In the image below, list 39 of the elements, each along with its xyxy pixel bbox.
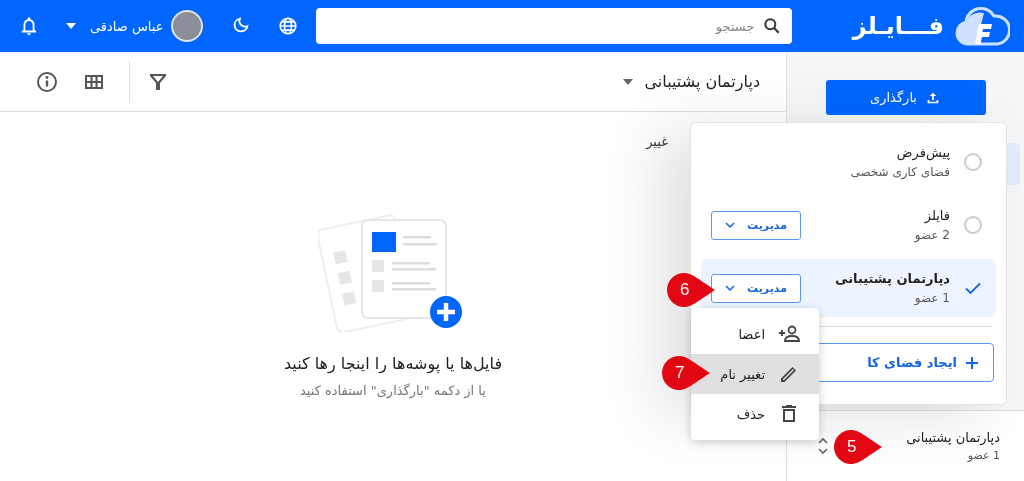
globe-icon[interactable] (277, 15, 300, 37)
folder-title-dropdown[interactable]: دپارتمان پشتیبانی (622, 72, 760, 91)
workspace-subtitle: 1 عضو (914, 291, 950, 305)
callout-badge: 6 (667, 273, 715, 307)
member-count: 1 عضو (967, 449, 1000, 462)
workspace-item[interactable]: مدیریت دپارتمان پشتیبانی 1 عضو (701, 259, 996, 317)
chevron-down-icon (725, 285, 736, 291)
callout-badge: 7 (662, 356, 710, 390)
chevron-down-icon (725, 222, 736, 228)
workspace-item[interactable]: پیش‌فرض فضای کاری شخصی (701, 133, 996, 191)
radio-button[interactable] (964, 216, 982, 234)
workspace-subtitle: فضای کاری شخصی (850, 165, 950, 179)
plus-icon (965, 355, 979, 370)
manage-dropdown-button[interactable]: مدیریت (711, 273, 801, 303)
empty-state-title: فایل‌ها یا پوشه‌ها را اینجا رها کنید (283, 354, 503, 373)
caret-icon (66, 23, 76, 29)
radio-button[interactable] (964, 153, 982, 171)
caret-icon (622, 78, 633, 85)
callout-badge: 5 (834, 430, 882, 464)
column-header[interactable]: غییر (646, 134, 668, 162)
cloud-logo-icon (954, 4, 1010, 48)
manage-dropdown-button[interactable]: مدیریت (711, 210, 801, 240)
workspace-name: فایلز (924, 208, 950, 223)
workspace-item[interactable]: مدیریت فایلز 2 عضو (701, 196, 996, 254)
workspace-subtitle: 2 عضو (914, 228, 950, 242)
up-down-chevron-icon (817, 436, 829, 456)
search-field[interactable]: جستجو (316, 8, 793, 44)
empty-state-hint: یا از دکمه "بارگذاری" استفاده کنید (300, 383, 486, 398)
menu-item[interactable]: تغییر نام (691, 354, 819, 394)
upload-button[interactable]: بارگذاری (825, 80, 986, 115)
menu-item[interactable]: اعضا (691, 314, 819, 354)
workspace-name: پیش‌فرض (896, 145, 950, 160)
info-icon[interactable] (35, 69, 59, 94)
workspace-name: دپارتمان پشتیبانی (835, 271, 950, 286)
logo-text: فـــایـلز (852, 12, 944, 40)
user-menu[interactable]: عباس صادقی (66, 10, 204, 42)
workspace-name: دپارتمان پشتیبانی (906, 430, 1000, 445)
menu-item[interactable]: حذف (691, 394, 819, 434)
avatar (171, 10, 204, 42)
